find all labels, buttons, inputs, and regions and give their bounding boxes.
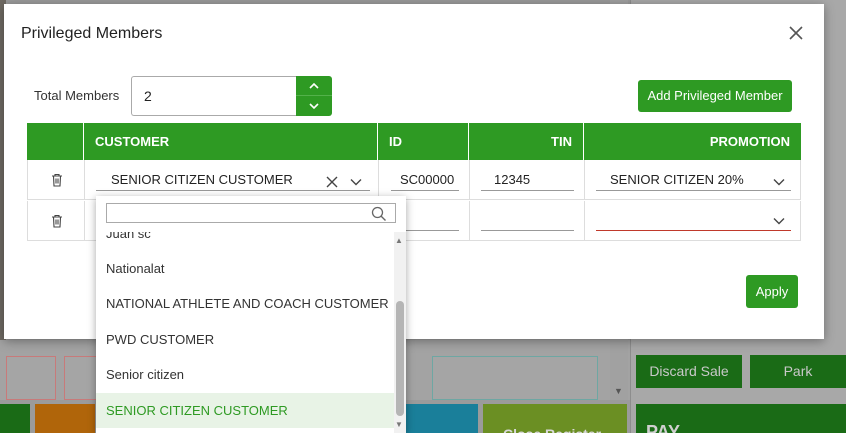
header-id: ID [378,123,469,160]
dropdown-option-selected[interactable]: SENIOR CITIZEN CUSTOMER [96,393,394,428]
add-privileged-member-button[interactable]: Add Privileged Member [638,80,792,112]
cell-divider [584,201,585,241]
tin-field[interactable] [481,209,574,231]
promotion-select[interactable] [596,209,791,231]
chevron-down-icon[interactable] [772,175,786,189]
cell-divider [469,160,470,200]
header-promotion: PROMOTION [709,134,790,149]
bg-tile [64,356,98,400]
dropdown-option[interactable]: Nationalat [96,251,394,286]
dropdown-option[interactable]: Juan sc [96,232,394,251]
bg-tile [6,356,56,400]
dropdown-options: Juan sc Nationalat NATIONAL ATHLETE AND … [96,232,394,433]
scroll-down-icon[interactable]: ▼ [395,420,403,429]
cell-divider [469,201,470,241]
bg-tile [432,356,598,400]
search-icon [371,206,387,222]
total-members-label: Total Members [34,88,120,103]
header-customer: CUSTOMER [84,123,378,160]
close-register-button: Close Register [483,404,627,433]
discard-sale-button: Discard Sale [636,355,742,388]
header-actions [27,123,84,160]
chevron-down-icon[interactable] [349,175,363,189]
bg-tile-button [0,404,30,433]
bg-tile-button [406,404,478,433]
customer-dropdown: Juan sc Nationalat NATIONAL ATHLETE AND … [96,196,406,433]
chevron-down-icon[interactable] [296,96,332,116]
cell-divider [84,160,85,200]
dropdown-search-input[interactable] [106,203,396,223]
scroll-up-icon[interactable]: ▲ [395,236,403,245]
close-icon[interactable] [786,23,806,43]
clear-icon[interactable] [325,175,339,189]
pay-button: PAY [636,404,846,433]
trash-icon[interactable] [49,172,65,188]
dropdown-option[interactable]: Senior citizen [96,357,394,392]
modal-title: Privileged Members [21,25,163,42]
cell-divider [84,201,85,241]
promotion-select[interactable]: SENIOR CITIZEN 20% [596,169,791,191]
table-header: CUSTOMER ID TIN PROMOTION [27,123,801,160]
tin-field[interactable]: 12345 [481,169,574,191]
trash-icon[interactable] [49,213,65,229]
dropdown-option[interactable]: PWD CUSTOMER [96,322,394,357]
cell-divider [584,160,585,200]
chevron-down-icon[interactable] [772,214,786,228]
park-button: Park [750,355,846,388]
bg-scroll-down-icon: ▼ [614,386,623,396]
dropdown-option[interactable]: NATIONAL ATHLETE AND COACH CUSTOMER [96,286,394,321]
id-field[interactable]: SC00000 [391,169,459,191]
total-members-stepper [296,76,332,116]
total-members-input[interactable] [131,76,296,116]
bg-tile-button [35,404,95,433]
chevron-up-icon[interactable] [296,76,332,96]
apply-button[interactable]: Apply [746,275,798,308]
cell-divider [378,160,379,200]
header-tin: TIN [469,123,584,160]
table-row: SENIOR CITIZEN CUSTOMER SC00000 12345 SE… [27,160,801,200]
dropdown-scroll-thumb[interactable] [396,301,404,416]
